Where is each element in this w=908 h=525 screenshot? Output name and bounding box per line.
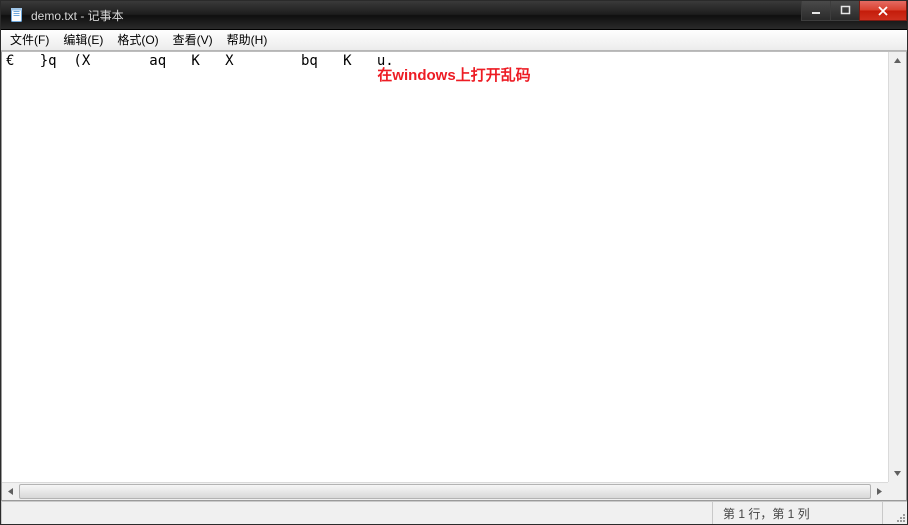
status-sizegrip[interactable]	[882, 502, 907, 524]
text-area[interactable]: € }q (X aq K X bq K u.	[2, 52, 906, 500]
notepad-window: demo.txt - 记事本 文件(F) 编辑(E) 格式(O) 查看(V) 帮…	[0, 0, 908, 525]
title-bar[interactable]: demo.txt - 记事本	[1, 1, 907, 30]
hscroll-thumb[interactable]	[19, 484, 871, 499]
annotation-text: 在windows上打开乱码	[377, 64, 530, 85]
menu-view[interactable]: 查看(V)	[166, 31, 220, 50]
maximize-button[interactable]	[830, 1, 860, 21]
status-bar: 第 1 行，第 1 列	[1, 501, 907, 524]
status-cursor-position: 第 1 行，第 1 列	[712, 502, 882, 524]
window-controls	[802, 1, 907, 29]
menu-bar: 文件(F) 编辑(E) 格式(O) 查看(V) 帮助(H)	[1, 30, 907, 51]
menu-format[interactable]: 格式(O)	[110, 31, 165, 50]
horizontal-scrollbar[interactable]	[2, 482, 906, 500]
scroll-left-icon[interactable]	[2, 483, 19, 500]
menu-edit[interactable]: 编辑(E)	[56, 31, 110, 50]
client-area: € }q (X aq K X bq K u. 在windows上打开乱码	[1, 51, 907, 501]
scroll-corner	[888, 482, 906, 500]
hscroll-track[interactable]	[19, 483, 871, 500]
window-title: demo.txt - 记事本	[31, 6, 802, 24]
status-pane-blank	[1, 502, 712, 524]
resize-grip-icon	[893, 510, 905, 522]
menu-help[interactable]: 帮助(H)	[220, 31, 275, 50]
scroll-down-icon[interactable]	[889, 465, 906, 482]
notepad-icon	[9, 7, 25, 23]
menu-file[interactable]: 文件(F)	[3, 31, 56, 50]
scroll-up-icon[interactable]	[889, 52, 906, 69]
scroll-right-icon[interactable]	[871, 483, 888, 500]
vertical-scrollbar[interactable]	[888, 52, 906, 482]
close-button[interactable]	[859, 1, 907, 21]
minimize-button[interactable]	[801, 1, 831, 21]
